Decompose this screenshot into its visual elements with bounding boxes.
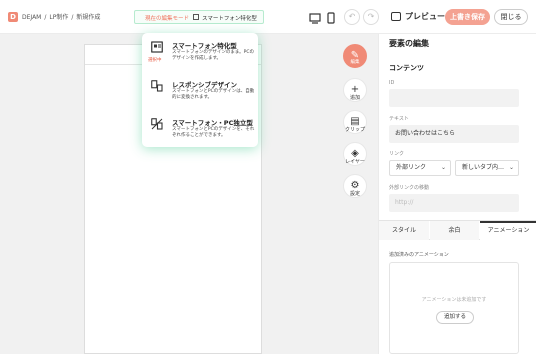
animation-empty-text: アニメーションは未追加です	[421, 297, 487, 303]
tool-edit[interactable]: ✎ 編集	[341, 44, 369, 75]
edit-mode-value: スマートフォン特化型	[202, 16, 257, 22]
external-link-label: 外部リンクの移動	[389, 185, 430, 191]
tool-clip[interactable]: ▤ クリップ	[341, 110, 369, 142]
edit-mode-label: 現在の編集モード	[145, 16, 190, 22]
animation-list: アニメーションは未追加です 追加する	[389, 262, 519, 354]
edit-mode-menu: 選択中 スマートフォン特化型 スマートフォンのデザインのまま。PCのデザインを作…	[142, 33, 258, 147]
link-type-value: 外部リンク	[396, 164, 427, 171]
top-bar: D DEJAM / LP制作 / 新規作成 現在の編集モード スマートフォン特化型 ↶ …	[0, 0, 536, 34]
smartphone-layout-icon	[151, 41, 163, 53]
mobile-view-button[interactable]	[324, 10, 338, 24]
element-edit-panel: 要素の編集 コンテンツ ID テキスト お問い合わせはこちら リンク 外部リンク…	[378, 34, 536, 354]
mode-option-title: レスポンシブデザイン	[172, 81, 237, 89]
link-type-select[interactable]: 外部リンク ⌄	[389, 160, 451, 176]
responsive-icon	[151, 80, 163, 92]
mode-option-title: スマートフォン・PC独立型	[172, 119, 253, 127]
link-target-select[interactable]: 新しいタブ内… ⌄	[455, 160, 519, 176]
tool-label: 編集	[350, 60, 360, 65]
tool-label: 設定	[349, 191, 360, 197]
tab-style[interactable]: スタイル	[379, 221, 429, 240]
breadcrumb-separator: /	[44, 14, 47, 21]
contents-section-title: コンテンツ	[389, 64, 424, 72]
link-label: リンク	[389, 151, 405, 157]
tab-margin[interactable]: 余白	[430, 221, 479, 240]
mode-option-title: スマートフォン特化型	[172, 42, 237, 50]
tool-add[interactable]: + 追加	[341, 78, 369, 110]
text-field[interactable]: お問い合わせはこちら	[389, 125, 519, 143]
smartphone-icon	[327, 12, 335, 24]
tool-settings[interactable]: ⚙ 設定	[341, 174, 369, 206]
mode-option-responsive[interactable]: レスポンシブデザイン スマートフォンとPCのデザインは、自動的に変換されます。	[142, 75, 258, 111]
mode-option-description: スマートフォンのデザインのまま。PCのデザインを作成します。	[172, 50, 255, 61]
preview-label: プレビュー	[405, 12, 445, 21]
chevron-down-icon: ⌄	[508, 164, 514, 171]
mode-option-smartphone[interactable]: 選択中 スマートフォン特化型 スマートフォンのデザインのまま。PCのデザインを作…	[142, 36, 258, 72]
external-link-field[interactable]: http://	[389, 194, 519, 212]
preview-icon	[391, 12, 401, 21]
tool-label: クリップ	[344, 127, 365, 133]
panel-title: 要素の編集	[389, 39, 429, 48]
mode-option-independent[interactable]: スマートフォン・PC独立型 スマートフォンとPCのデザインを、それぞれ作ることが…	[142, 113, 258, 149]
breadcrumb: DEJAM / LP制作 / 新規作成	[22, 12, 103, 21]
breadcrumb-item[interactable]: LP制作	[49, 14, 68, 21]
undo-icon: ↶	[348, 12, 356, 21]
undo-button[interactable]: ↶	[344, 9, 360, 25]
tab-animation[interactable]: アニメーション	[480, 221, 536, 240]
redo-button[interactable]: ↷	[363, 9, 379, 25]
close-button[interactable]: 閉じる	[494, 9, 528, 25]
breadcrumb-separator: /	[71, 14, 74, 21]
chevron-down-icon: ⌄	[440, 164, 446, 171]
desktop-icon	[309, 13, 321, 24]
link-target-value: 新しいタブ内…	[462, 164, 505, 171]
logo: D	[8, 12, 18, 22]
desktop-view-button[interactable]	[308, 10, 322, 24]
tool-label: レイヤー	[345, 159, 365, 165]
mode-option-description: スマートフォンとPCのデザインを、それぞれ作ることができます。	[172, 127, 255, 138]
animation-list-label: 追加済みのアニメーション	[389, 252, 449, 258]
tool-label: 追加	[349, 95, 360, 101]
mode-layout-icon	[193, 14, 199, 20]
text-label: テキスト	[389, 116, 409, 122]
save-button[interactable]: 上書き保存	[445, 9, 490, 25]
independent-icon	[151, 118, 163, 130]
add-animation-button[interactable]: 追加する	[436, 311, 474, 324]
redo-icon: ↷	[367, 12, 375, 21]
breadcrumb-item[interactable]: DEJAM	[22, 14, 41, 21]
edit-mode-selector[interactable]: 現在の編集モード スマートフォン特化型	[134, 10, 264, 24]
mode-option-description: スマートフォンとPCのデザインは、自動的に変換されます。	[172, 89, 255, 100]
breadcrumb-current: 新規作成	[76, 14, 101, 21]
panel-tabs: スタイル 余白 アニメーション	[379, 220, 536, 240]
selected-badge: 選択中	[148, 58, 162, 63]
id-field[interactable]	[389, 89, 519, 107]
id-label: ID	[389, 80, 395, 86]
tool-layer[interactable]: ◈ レイヤー	[341, 142, 369, 174]
